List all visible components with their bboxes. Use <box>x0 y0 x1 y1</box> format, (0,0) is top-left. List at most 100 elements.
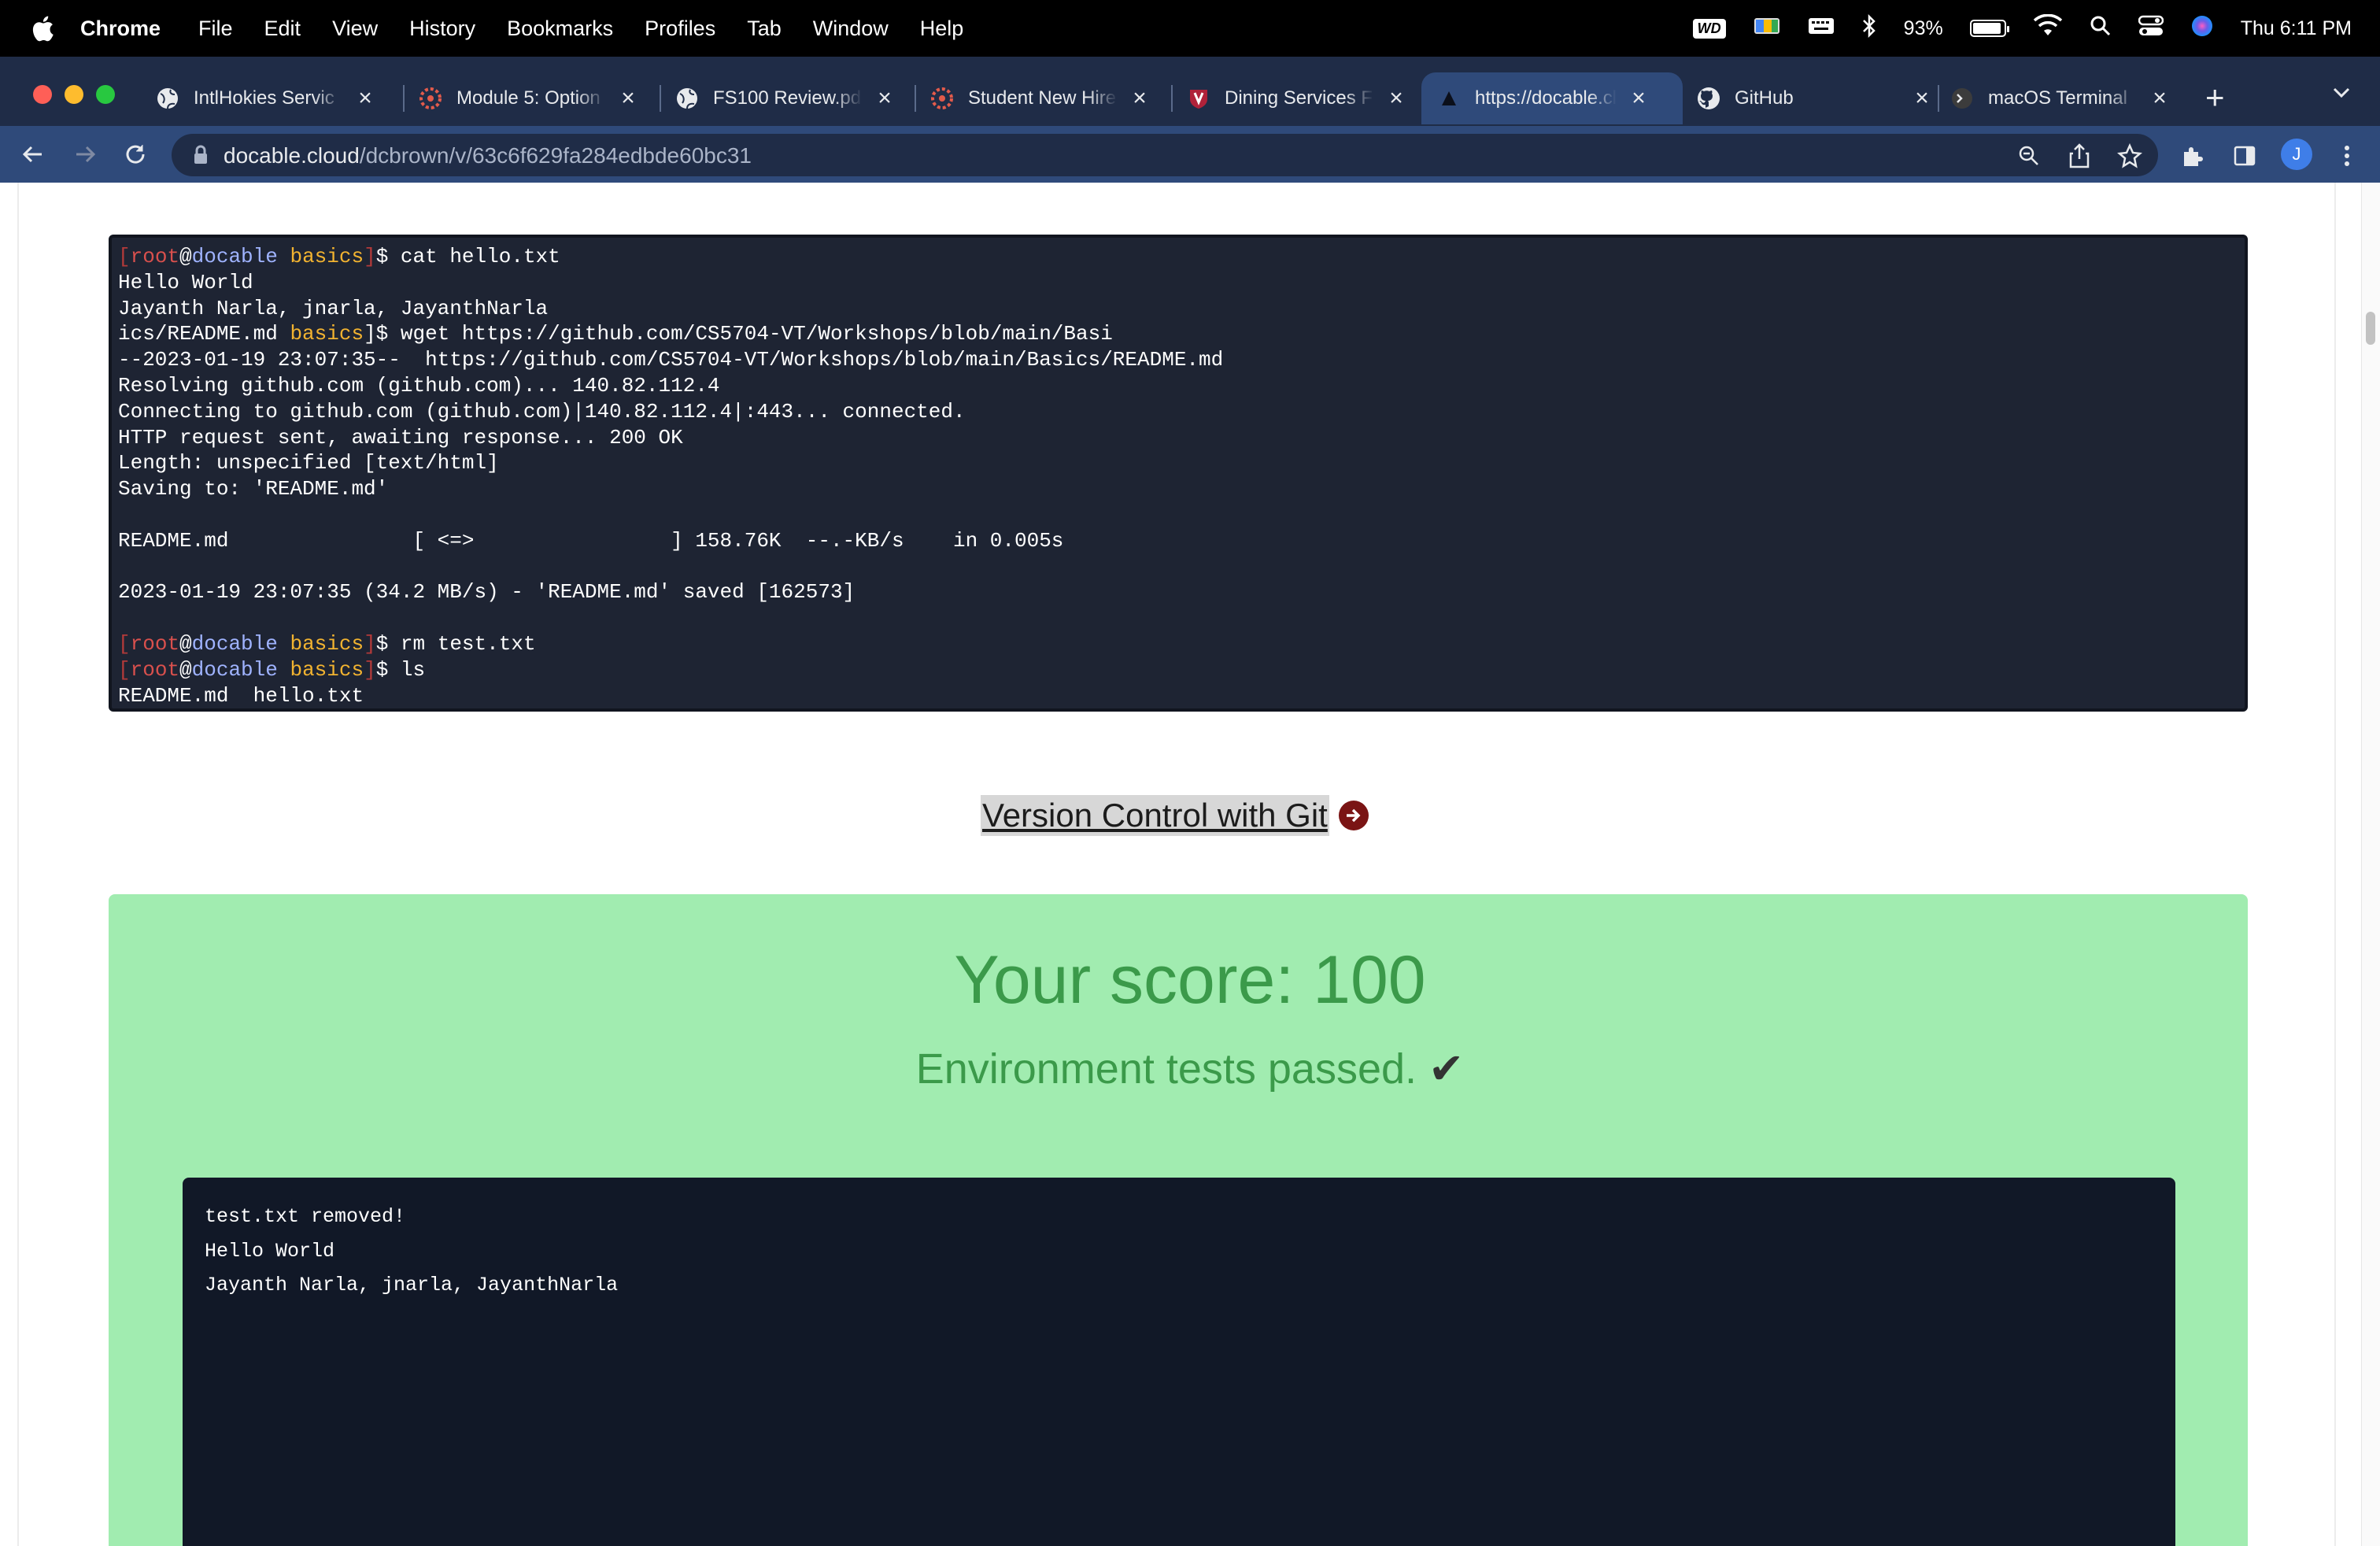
tab-close-icon[interactable]: × <box>354 85 376 111</box>
page-scrollbar-thumb[interactable] <box>2366 312 2375 345</box>
tab-macos-terminal[interactable]: macOS Terminal × <box>1950 72 2171 124</box>
back-arrow-icon[interactable] <box>19 140 47 168</box>
bluetooth-icon[interactable] <box>1861 13 1877 44</box>
docable-icon <box>1437 87 1461 110</box>
lock-icon[interactable] <box>192 145 209 169</box>
forward-arrow-icon[interactable] <box>71 140 99 168</box>
chrome-menu-kebab-icon[interactable] <box>2334 143 2360 168</box>
menu-window[interactable]: Window <box>813 17 889 41</box>
menu-profiles[interactable]: Profiles <box>645 17 715 41</box>
tab-separator <box>1171 85 1173 112</box>
menu-bookmarks[interactable]: Bookmarks <box>507 17 613 41</box>
tab-close-icon[interactable]: × <box>1911 85 1933 111</box>
minimize-window-button[interactable] <box>65 85 83 104</box>
url-text[interactable]: docable.cloud/dcbrown/v/63c6f629fa284edb… <box>224 143 752 168</box>
terminal-line: Jayanth Narla, jnarla, JayanthNarla <box>118 296 549 320</box>
reload-icon[interactable] <box>121 140 150 168</box>
tab-title: Student New Hire <box>968 87 1117 109</box>
tab-close-icon[interactable]: × <box>2149 85 2171 111</box>
tab-docable-active[interactable]: https://docable.cl × <box>1421 72 1683 124</box>
wifi-icon[interactable] <box>2033 13 2063 43</box>
tab-dining-services[interactable]: Dining Services F × <box>1187 72 1407 124</box>
tab-close-icon[interactable]: × <box>1628 85 1650 111</box>
profile-avatar[interactable]: J <box>2281 139 2312 170</box>
tab-title: macOS Terminal <box>1988 87 2127 109</box>
score-subtitle: Environment tests passed. ✔ <box>915 1045 1465 1093</box>
terminal-line: --2023-01-19 23:07:35-- https://github.c… <box>118 348 1224 372</box>
tab-github[interactable]: GitHub × <box>1697 72 1933 124</box>
checkmark-icon: ✔ <box>1428 1045 1465 1093</box>
tab-module5[interactable]: Module 5: Option × <box>419 72 639 124</box>
tab-title: FS100 Review.pd <box>713 87 862 109</box>
canvas-icon <box>930 87 954 110</box>
terminal-line: Length: unspecified [text/html] <box>118 451 499 475</box>
clock[interactable]: Thu 6:11 PM <box>2241 17 2352 40</box>
siri-icon[interactable] <box>2190 14 2214 43</box>
share-icon[interactable] <box>2067 143 2092 168</box>
github-icon <box>1697 87 1720 110</box>
control-center-icon[interactable] <box>2138 15 2164 43</box>
close-window-button[interactable] <box>33 85 52 104</box>
window-controls <box>33 85 115 104</box>
apple-menu-icon[interactable] <box>28 13 57 44</box>
tab-close-icon[interactable]: × <box>1385 85 1407 111</box>
terminal-line: ics/README.md basics]$ wget https://gith… <box>118 322 1113 346</box>
globe-icon <box>675 87 699 110</box>
keyboard-menu-icon[interactable] <box>1808 16 1835 42</box>
next-section-link[interactable]: Version Control with Git <box>981 795 1369 836</box>
battery-percent: 93% <box>1903 17 1943 39</box>
menu-help[interactable]: Help <box>920 17 964 41</box>
vt-icon <box>1187 87 1210 110</box>
next-section-link-text[interactable]: Version Control with Git <box>981 795 1329 836</box>
terminal-icon <box>1950 87 1974 110</box>
terminal-output: [root@docable basics]$ cat hello.txt Hel… <box>118 244 1223 708</box>
zoom-window-button[interactable] <box>96 85 115 104</box>
wd-drive-icon[interactable]: WD <box>1692 18 1726 39</box>
new-tab-plus-icon[interactable]: + <box>2205 81 2225 114</box>
terminal-line: Saving to: 'README.md' <box>118 477 389 501</box>
menu-tab[interactable]: Tab <box>747 17 782 41</box>
menu-app-name[interactable]: Chrome <box>80 17 161 41</box>
terminal-line: Resolving github.com (github.com)... 140… <box>118 373 720 398</box>
tab-fs100-review[interactable]: FS100 Review.pd × <box>675 72 896 124</box>
arrow-right-circle-icon[interactable] <box>1338 801 1369 830</box>
tab-close-icon[interactable]: × <box>1129 85 1151 111</box>
tab-student-new-hire[interactable]: Student New Hire × <box>930 72 1151 124</box>
output-line: test.txt removed! <box>205 1205 406 1228</box>
tab-separator <box>915 85 916 112</box>
tab-separator <box>1938 85 1939 112</box>
tab-intlhokies[interactable]: IntlHokies Servic × <box>156 72 376 124</box>
terminal-line: README.md [ <=> ] 158.76K --.-KB/s in 0.… <box>118 528 1064 553</box>
side-panel-icon[interactable] <box>2232 143 2257 168</box>
zoom-magnifier-icon[interactable] <box>2016 143 2042 168</box>
tab-search-chevron-icon[interactable] <box>2331 82 2352 108</box>
tab-close-icon[interactable]: × <box>874 85 896 111</box>
terminal-line: HTTP request sent, awaiting response... … <box>118 425 683 449</box>
globe-icon <box>156 87 179 110</box>
terminal-line: [root@docable basics]$ rm test.txt <box>118 631 536 656</box>
address-bar[interactable]: docable.cloud/dcbrown/v/63c6f629fa284edb… <box>172 134 2158 176</box>
terminal-line: Hello World <box>118 270 253 294</box>
terminal-window[interactable]: [root@docable basics]$ cat hello.txt Hel… <box>109 235 2248 712</box>
url-path: /dcbrown/v/63c6f629fa284edbde60bc31 <box>359 143 752 168</box>
menu-file[interactable]: File <box>198 17 233 41</box>
drive-sync-icon[interactable] <box>1753 15 1781 43</box>
tab-close-icon[interactable]: × <box>617 85 639 111</box>
status-area: WD 93% Thu 6:11 PM <box>1692 0 2352 57</box>
extensions-puzzle-icon[interactable] <box>2180 143 2205 168</box>
test-output-lines: test.txt removed! Hello World Jayanth Na… <box>205 1200 618 1303</box>
bookmark-star-icon[interactable] <box>2117 143 2142 168</box>
battery-icon[interactable] <box>1969 20 2009 37</box>
menu-edit[interactable]: Edit <box>264 17 301 41</box>
spotlight-search-icon[interactable] <box>2090 15 2112 43</box>
page-scrollbar[interactable] <box>2361 183 2380 1546</box>
tab-separator <box>403 85 405 112</box>
terminal-line: [root@docable basics]$ cat hello.txt <box>118 245 560 268</box>
test-output-console: test.txt removed! Hello World Jayanth Na… <box>183 1178 2175 1546</box>
tab-title: https://docable.cl <box>1475 87 1617 109</box>
canvas-icon <box>419 87 442 110</box>
menu-history[interactable]: History <box>409 17 475 41</box>
tab-title: GitHub <box>1735 87 1794 109</box>
content-border-right <box>2334 183 2336 1546</box>
menu-view[interactable]: View <box>332 17 378 41</box>
